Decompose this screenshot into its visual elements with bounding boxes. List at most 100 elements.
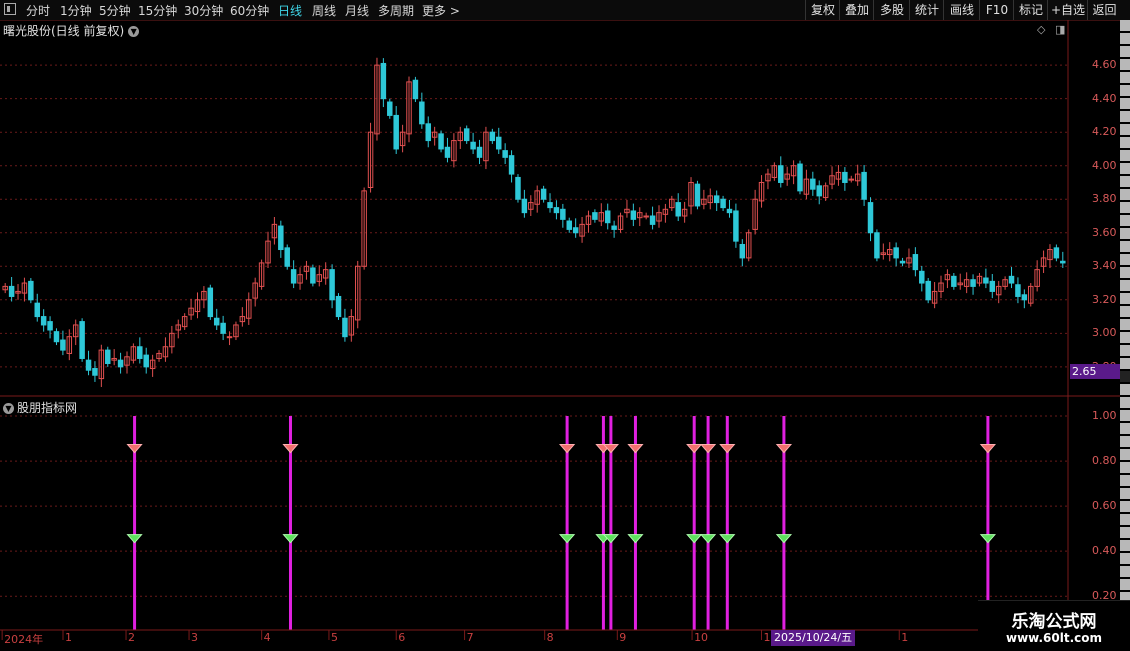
candle-body — [438, 133, 444, 150]
candle-body — [553, 207, 560, 214]
period-tab-monthly[interactable]: 月线 — [345, 2, 369, 19]
indicator-tick-label: 0.80 — [1092, 454, 1117, 468]
candle-body — [1021, 294, 1028, 301]
candle-body — [496, 136, 502, 150]
period-tab-1min[interactable]: 1分钟 — [60, 2, 92, 19]
candle-body — [810, 178, 816, 190]
candle-body — [989, 280, 996, 292]
indicator-name-label: 股朋指标网 — [17, 401, 78, 415]
price-tag: 2.65 — [1070, 364, 1120, 379]
price-tick-label: 3.00 — [1092, 326, 1117, 340]
candle-body — [310, 267, 316, 284]
green-diamond-marker — [979, 534, 997, 544]
add-watchlist-button[interactable]: +自选 — [1047, 0, 1088, 20]
period-tab-weekly[interactable]: 周线 — [312, 2, 336, 19]
candle-body — [649, 215, 656, 225]
period-tab-30min[interactable]: 30分钟 — [184, 2, 223, 19]
red-diamond-marker — [559, 444, 576, 454]
price-tick-label: 3.20 — [1092, 292, 1117, 306]
cursor-date-tag: 2025/10/24/五 — [771, 630, 856, 646]
price-tick-label: 4.20 — [1092, 125, 1117, 139]
candle-body — [117, 359, 124, 368]
mark-button[interactable]: 标记 — [1013, 0, 1048, 20]
candle-body — [630, 210, 637, 220]
date-tick-label: 1 — [65, 631, 72, 644]
candle-body — [419, 101, 425, 125]
price-tick-label: 3.80 — [1092, 192, 1117, 206]
period-tab-daily[interactable]: 日线 — [278, 2, 302, 19]
price-tick-label: 4.60 — [1092, 58, 1117, 72]
date-tick-label: 8 — [546, 631, 554, 644]
kline-chart[interactable] — [0, 20, 1120, 650]
draw-line-button[interactable]: 画线 — [943, 0, 980, 20]
candle-body — [335, 295, 342, 318]
candle-body — [867, 202, 874, 234]
indicator-title[interactable]: ▼ 股朋指标网 — [3, 399, 77, 416]
candle-body — [797, 163, 803, 192]
price-tick-label: 4.40 — [1092, 91, 1117, 105]
period-tab-multi[interactable]: 多周期 — [378, 2, 414, 19]
candle-body — [733, 210, 739, 242]
candle-body — [470, 141, 476, 150]
multi-stock-button[interactable]: 多股 — [873, 0, 910, 20]
candle-body — [675, 202, 681, 217]
candle-body — [40, 316, 47, 326]
back-button[interactable]: 返回 — [1087, 0, 1121, 20]
grid-lines — [0, 64, 1068, 597]
candle-body — [28, 280, 34, 301]
f10-button[interactable]: F10 — [979, 0, 1014, 20]
candle-body — [970, 279, 976, 287]
indicator-tick-label: 0.40 — [1092, 544, 1117, 558]
candle-body — [85, 359, 92, 371]
candle-body — [1053, 247, 1060, 259]
candle-body — [47, 321, 53, 331]
period-tab-more[interactable]: 更多 > — [422, 2, 460, 19]
candle-body — [60, 339, 66, 351]
date-tick-label: 9 — [619, 631, 627, 644]
price-tick-label: 4.00 — [1092, 158, 1117, 172]
period-tab-15min[interactable]: 15分钟 — [138, 2, 177, 19]
period-tab-5min[interactable]: 5分钟 — [99, 2, 131, 19]
candle-body — [425, 123, 431, 142]
candle-body — [284, 247, 290, 267]
date-tick-label: 4 — [263, 631, 271, 644]
candle-body — [739, 243, 746, 259]
chevron-down-icon[interactable]: ▼ — [3, 403, 14, 414]
candle-body — [713, 195, 720, 204]
candle-body — [8, 285, 15, 297]
candle-body — [444, 146, 451, 158]
top-toolbar: 分时 1分钟 5分钟 15分钟 30分钟 60分钟 日线 周线 月线 多周期 更… — [0, 0, 1130, 21]
candle-body — [1060, 260, 1066, 264]
candle-body — [393, 114, 399, 150]
red-diamond-marker — [979, 444, 997, 454]
candle-body — [502, 150, 508, 158]
red-diamond-marker — [282, 444, 299, 454]
candle-body — [874, 232, 880, 259]
stats-button[interactable]: 统计 — [909, 0, 944, 20]
candle-body — [137, 346, 143, 359]
candle-body — [105, 349, 111, 365]
period-tab-fenshi[interactable]: 分时 — [26, 2, 50, 19]
red-diamond-marker — [126, 444, 143, 454]
candle-body — [566, 220, 572, 230]
fuquan-button[interactable]: 复权 — [805, 0, 840, 20]
axes — [0, 20, 1120, 650]
candle-body — [207, 287, 214, 318]
candle-body — [611, 225, 617, 230]
candle-body — [387, 101, 393, 116]
candle-body — [912, 254, 919, 271]
date-tick-label: 1 — [901, 631, 909, 644]
candle-body — [861, 171, 867, 200]
candle-body — [1008, 275, 1015, 284]
candle-body — [515, 176, 521, 200]
overlay-button[interactable]: 叠加 — [839, 0, 874, 20]
date-tick-label: 2 — [128, 631, 136, 644]
date-tick-label: 7 — [466, 631, 474, 644]
window-toggle-icon[interactable] — [4, 3, 16, 15]
period-tab-60min[interactable]: 60分钟 — [230, 2, 269, 19]
green-diamond-marker — [559, 534, 576, 544]
candle-body — [412, 79, 419, 100]
side-panel-strip[interactable] — [1120, 20, 1130, 630]
candle-body — [508, 155, 515, 175]
candle-body — [547, 202, 553, 209]
